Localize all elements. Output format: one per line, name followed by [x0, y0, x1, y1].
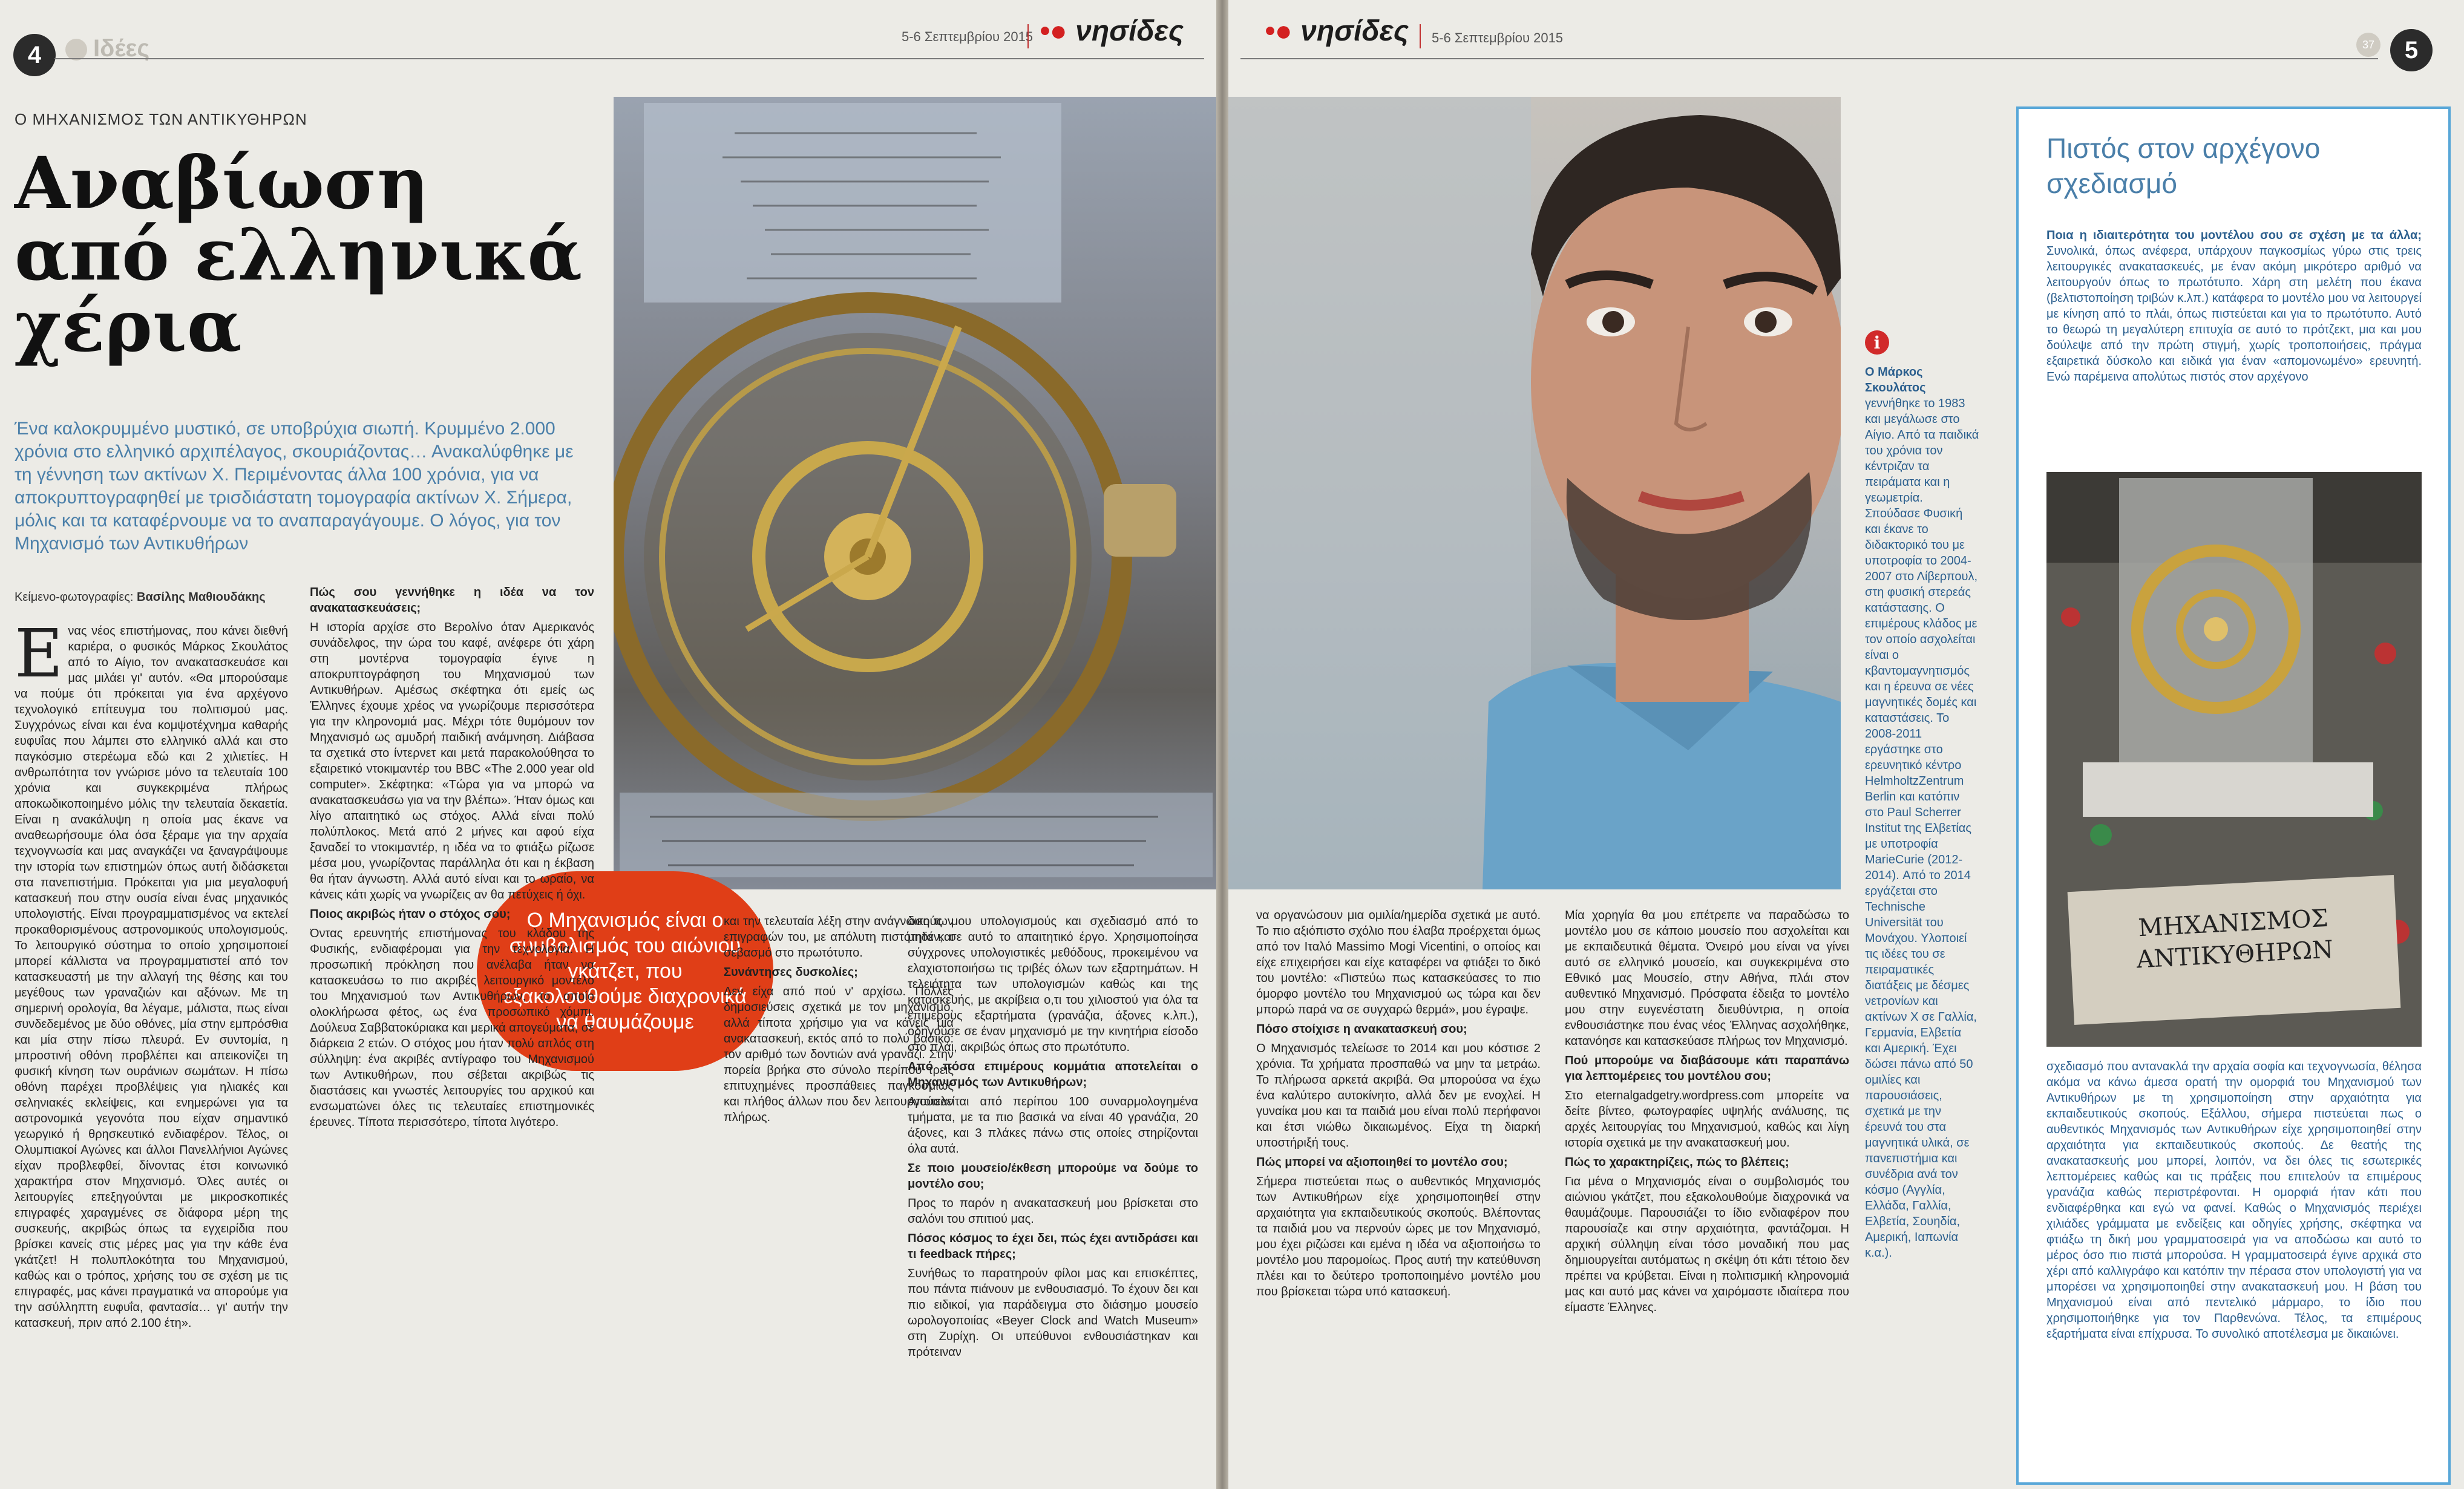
article-column-4: δικούς μου υπολογισμούς και σχεδιασμό απ…: [908, 915, 1198, 1359]
page-gutter: [1216, 0, 1228, 1489]
bio-name: Ο Μάρκος Σκουλάτος: [1865, 365, 1926, 394]
issue-date-right: 5-6 Σεπτεμβρίου 2015: [1432, 30, 1564, 45]
question-5: Σε ποιο μουσείο/έκθεση μπορούμε να δούμε…: [908, 1162, 1198, 1191]
info-icon: i: [1865, 330, 1889, 355]
issue-date: 5-6 Σεπτεμβρίου 2015: [902, 29, 1034, 44]
question-10: Πώς το χαρακτηρίζεις, πώς το βλέπεις;: [1565, 1156, 1789, 1169]
question-2: Ποιος ακριβώς ήταν ο στόχος σου;: [310, 908, 511, 921]
drop-cap: Ε: [15, 623, 64, 692]
headline: Αναβίωση από ελληνικά χέρια: [15, 141, 583, 368]
right-page: •● νησίδες 5-6 Σεπτεμβρίου 2015 37 5 i Ο…: [1228, 0, 2464, 1489]
portrait-illustration: [1228, 97, 1841, 889]
newspaper-logo: •● νησίδες: [1040, 15, 1184, 47]
answer-2: Όντας ερευνητής επιστήμονας του κλάδου τ…: [310, 927, 594, 1129]
question-4: Από πόσα επιμέρους κομμάτια αποτελείται …: [908, 1060, 1198, 1089]
masthead-divider: [1027, 24, 1029, 48]
portrait-photo: [1228, 97, 1841, 889]
article-column-5: να οργανώσουν μια ομιλία/ημερίδα σχετικά…: [1256, 909, 1541, 1298]
page-number: 4: [13, 34, 56, 76]
question-1: Πώς σου γεννήθηκε η ιδέα να τον ανακατασ…: [310, 586, 594, 615]
author-bio: Ο Μάρκος Σκουλάτος γεννήθηκε το 1983 και…: [1865, 364, 1980, 1465]
credits: Κείμενο-φωτογραφίες: Βασίλης Μαθιουδάκης: [15, 591, 266, 604]
article-column-6: Μία χορηγία θα μου επέτρεπε να παραδώσω …: [1565, 909, 1849, 1314]
answer-1: Η ιστορία αρχίσε στο Βερολίνο όταν Αμερι…: [310, 621, 594, 902]
sidebar-box: Πιστός στον αρχέγονο σχεδιασμό Ποια η ιδ…: [2016, 106, 2451, 1485]
left-page: 4 Ιδέες 5-6 Σεπτεμβρίου 2015 •● νησίδες …: [0, 0, 1216, 1489]
kicker: Ο ΜΗΧΑΝΙΣΜΟΣ ΤΩΝ ΑΝΤΙΚΥΘΗΡΩΝ: [15, 110, 307, 128]
newspaper-logo-right: •● νησίδες: [1265, 15, 1409, 47]
model-photo: ΜΗΧΑΝΙΣΜΟΣ ΑΝΤΙΚΥΘΗΡΩΝ: [2046, 472, 2422, 1047]
page-number-right: 5: [2390, 29, 2433, 71]
lead-paragraph: Ένα καλοκρυμμένο μυστικό, σε υποβρύχια σ…: [15, 419, 574, 554]
masthead-divider-right: [1420, 24, 1421, 48]
article-column-1: Ενας νέος επιστήμονας, που κάνει διεθνή …: [15, 623, 288, 1330]
question-9: Πού μπορούμε να διαβάσουμε κάτι παραπάνω…: [1565, 1054, 1849, 1083]
mechanism-illustration: [603, 103, 1213, 877]
article-column-2: Πώς σου γεννήθηκε η ιδέα να τον ανακατασ…: [310, 584, 594, 1480]
badge-number: 37: [2356, 33, 2380, 57]
sidebar-body: σχεδιασμό που αντανακλά την αρχαία σοφία…: [2046, 1060, 2422, 1341]
mechanism-photo: ΣΥΝΑΡΜΟΛΟΓΗΣΗ ΜΗΧΑΝΙΣΜΟΥ: [603, 97, 1216, 889]
header-rule: [54, 58, 1204, 59]
bio-text: γεννήθηκε το 1983 και μεγάλωσε στο Αίγιο…: [1865, 397, 1979, 1260]
header-rule-right: [1240, 58, 2378, 59]
question-6: Πόσος κόσμος το έχει δει, πώς έχει αντιδ…: [908, 1232, 1198, 1261]
sidebar-title: Πιστός στον αρχέγονο σχεδιασμό: [2046, 133, 2321, 199]
question-8: Πώς μπορεί να αξιοποιηθεί το μοντέλο σου…: [1256, 1156, 1508, 1169]
sidebar-question: Ποια η ιδιαιτερότητα του μοντέλου σου σε…: [2046, 229, 2422, 242]
question-7: Πόσο στοίχισε η ανακατασκευή σου;: [1256, 1023, 1467, 1036]
